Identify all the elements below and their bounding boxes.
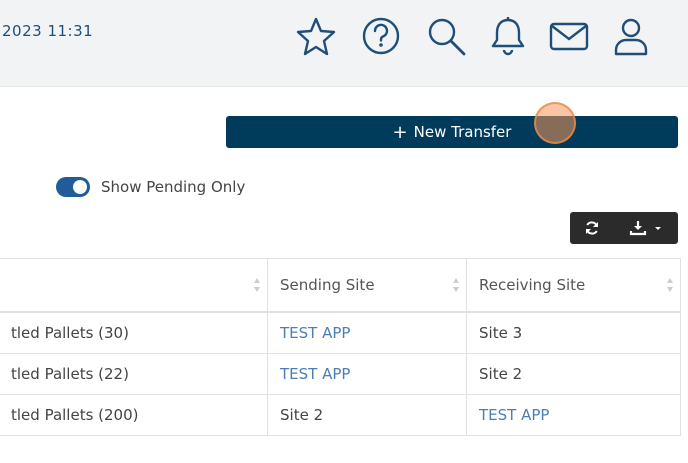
show-pending-label: Show Pending Only xyxy=(101,178,246,196)
cell-sending-site: Site 2 xyxy=(267,394,467,436)
cell-receiving-site-link[interactable]: TEST APP xyxy=(466,394,681,436)
star-icon[interactable] xyxy=(293,13,339,59)
cell-description: tled Pallets (22) xyxy=(0,353,268,395)
sort-icon xyxy=(667,278,673,292)
table-row[interactable]: tled Pallets (22) TEST APP Site 2 xyxy=(0,353,681,395)
help-icon[interactable] xyxy=(358,13,404,59)
refresh-button[interactable] xyxy=(570,212,614,244)
top-bar: 2023 11:31 xyxy=(0,0,688,87)
cell-sending-site-link[interactable]: TEST APP xyxy=(267,311,467,354)
table-row[interactable]: tled Pallets (200) Site 2 TEST APP xyxy=(0,394,681,436)
column-header-sending-site[interactable]: Sending Site xyxy=(267,258,467,313)
datetime-display: 2023 11:31 xyxy=(2,22,94,40)
sort-icon xyxy=(453,278,459,292)
user-icon[interactable] xyxy=(608,13,654,59)
cell-receiving-site: Site 3 xyxy=(466,311,681,354)
new-transfer-button[interactable]: + New Transfer xyxy=(226,116,678,148)
show-pending-filter: Show Pending Only xyxy=(56,177,245,197)
cell-description: tled Pallets (200) xyxy=(0,394,268,436)
transfers-table: Sending Site Receiving Site tled Pallets… xyxy=(0,258,681,436)
search-icon[interactable] xyxy=(423,13,469,59)
cell-description: tled Pallets (30) xyxy=(0,311,268,354)
column-header-description[interactable] xyxy=(0,258,268,313)
chevron-down-icon xyxy=(655,227,661,230)
cell-sending-site-link[interactable]: TEST APP xyxy=(267,353,467,395)
table-row[interactable]: tled Pallets (30) TEST APP Site 3 xyxy=(0,311,681,354)
table-toolbar xyxy=(570,212,678,244)
sort-icon xyxy=(254,278,260,292)
bell-icon[interactable] xyxy=(485,13,531,59)
refresh-icon xyxy=(586,221,598,235)
table-header-row: Sending Site Receiving Site xyxy=(0,258,681,313)
plus-icon: + xyxy=(392,121,408,143)
download-icon xyxy=(629,221,647,236)
cell-receiving-site: Site 2 xyxy=(466,353,681,395)
show-pending-toggle[interactable] xyxy=(56,177,90,197)
mail-icon[interactable] xyxy=(546,13,592,59)
download-button[interactable] xyxy=(614,212,678,244)
new-transfer-label: New Transfer xyxy=(413,123,512,141)
column-header-receiving-site[interactable]: Receiving Site xyxy=(466,258,681,313)
toggle-knob xyxy=(73,180,87,194)
